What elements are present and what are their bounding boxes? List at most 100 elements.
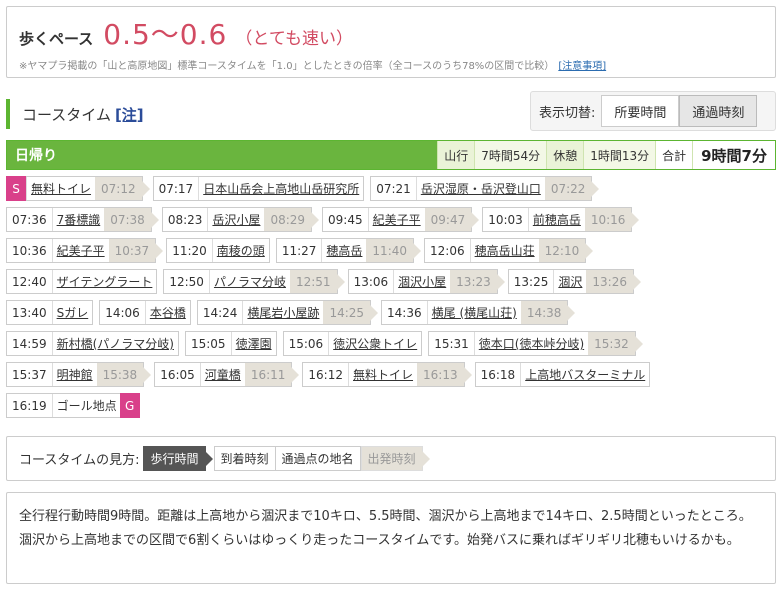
summary-title: 日帰り bbox=[7, 141, 438, 169]
arrival-time: 07:17 bbox=[158, 181, 194, 196]
timeline-row: 10:36 紀美子平 10:37 11:20 南稜の頭 11:27 穂高岳 11:40 12:0… bbox=[6, 238, 778, 263]
timeline-stop: 10:36 紀美子平 10:37 bbox=[6, 238, 163, 263]
departure-time: 07:12 bbox=[95, 177, 150, 200]
timeline-stop: 13:40 Sガレ bbox=[6, 300, 94, 325]
departure-time: 07:38 bbox=[104, 208, 159, 231]
legend-label: コースタイムの見方: bbox=[19, 453, 140, 468]
departure-time: 15:38 bbox=[96, 363, 151, 386]
arrival-time: 11:27 bbox=[281, 243, 317, 258]
point-name-link[interactable]: 紀美子平 bbox=[367, 208, 425, 231]
point-name-link[interactable]: 無料トイレ bbox=[26, 177, 95, 200]
point-name-link[interactable]: 新村橋(パノラマ分岐) bbox=[51, 332, 178, 355]
pace-subtext: ※ヤマプラ掲載の「山と高原地図」標準コースタイムを「1.0」としたときの倍率（全… bbox=[19, 57, 763, 72]
departure-time: 13:23 bbox=[450, 270, 505, 293]
timeline-stop: 16:19 ゴール地点 G bbox=[6, 393, 140, 418]
pace-value: 0.5〜0.6 bbox=[103, 18, 228, 51]
timeline-stop: 07:36 7番標識 07:38 bbox=[6, 207, 159, 232]
walk-label: 山行 bbox=[437, 141, 475, 169]
point-name-link[interactable]: 上高地バスターミナル bbox=[520, 363, 649, 386]
timeline-row: 13:40 Sガレ 14:06 本谷橋 14:24 横尾岩小屋跡 14:25 14:36 横尾 … bbox=[6, 300, 778, 325]
toggle-duration-button[interactable]: 所要時間 bbox=[601, 95, 680, 127]
walk-value: 7時間54分 bbox=[474, 141, 547, 169]
timeline-stop: 11:27 穂高岳 11:40 bbox=[275, 238, 421, 263]
departure-time: 12:51 bbox=[289, 270, 345, 293]
point-name-link[interactable]: 徳本口(徳本峠分岐) bbox=[473, 332, 588, 355]
departure-time: 10:37 bbox=[108, 239, 163, 262]
point-name-link[interactable]: 涸沢小屋 bbox=[393, 270, 450, 293]
legend-walk-time: 歩行時間 bbox=[143, 446, 213, 471]
pace-box: 歩くペース 0.5〜0.6 （とても速い） ※ヤマプラ掲載の「山と高原地図」標準… bbox=[6, 6, 776, 78]
timeline-stop: 07:17 日本山岳会上高地山岳研究所 bbox=[152, 176, 365, 201]
timeline-stop: 16:12 無料トイレ 16:13 bbox=[302, 362, 472, 387]
timeline-stop: 14:24 横尾岩小屋跡 14:25 bbox=[196, 300, 378, 325]
arrival-time: 15:06 bbox=[288, 336, 324, 351]
arrival-time: 10:36 bbox=[12, 243, 47, 258]
course-time-header: コースタイム [注] bbox=[6, 99, 144, 129]
point-name-link[interactable]: 岳沢湿原・岳沢登山口 bbox=[415, 177, 545, 200]
point-name-link[interactable]: 日本山岳会上高地山岳研究所 bbox=[198, 177, 363, 200]
departure-time: 16:11 bbox=[244, 363, 299, 386]
point-name-link[interactable]: 徳沢公衆トイレ bbox=[328, 332, 421, 355]
summary-bar: 日帰り 山行 7時間54分 休憩 1時間13分 合計 9時間7分 bbox=[6, 140, 776, 170]
point-name-link[interactable]: 横尾 (横尾山荘) bbox=[426, 301, 521, 324]
departure-time: 07:22 bbox=[544, 177, 599, 200]
arrival-time: 14:36 bbox=[387, 305, 422, 320]
point-name-link[interactable]: 7番標識 bbox=[51, 208, 105, 231]
arrival-time: 16:19 bbox=[12, 398, 47, 413]
rest-label: 休憩 bbox=[546, 141, 584, 169]
timeline-stop: 11:20 南稜の頭 bbox=[166, 238, 270, 263]
departure-time: 12:10 bbox=[538, 239, 593, 262]
legend-arrival-time: 到着時刻 bbox=[213, 446, 276, 471]
point-name-link[interactable]: 横尾岩小屋跡 bbox=[242, 301, 323, 324]
arrival-time: 07:36 bbox=[12, 212, 47, 227]
departure-time: 09:47 bbox=[424, 208, 479, 231]
point-name-link[interactable]: 岳沢小屋 bbox=[207, 208, 264, 231]
point-name-link[interactable]: 本谷橋 bbox=[144, 301, 190, 324]
point-name-link[interactable]: パノラマ分岐 bbox=[208, 270, 290, 293]
pace-label: 歩くペース bbox=[19, 30, 94, 48]
course-timeline: S 無料トイレ 07:12 07:17 日本山岳会上高地山岳研究所 07:21 岳沢湿原・岳… bbox=[6, 176, 778, 424]
arrival-time: 12:06 bbox=[430, 243, 465, 258]
timeline-stop: 12:40 ザイテングラート bbox=[6, 269, 158, 294]
caution-link[interactable]: [注意事項] bbox=[558, 61, 606, 72]
arrival-time: 15:31 bbox=[434, 336, 469, 351]
total-label: 合計 bbox=[655, 141, 693, 169]
rest-value: 1時間13分 bbox=[583, 141, 656, 169]
course-description: 全行程行動時間9時間。距離は上高地から涸沢まで10キロ、5.5時間、涸沢から上高… bbox=[6, 492, 776, 584]
departure-time: 11:40 bbox=[366, 239, 421, 262]
timeline-row: 16:19 ゴール地点 G bbox=[6, 393, 778, 418]
arrival-time: 16:05 bbox=[160, 367, 195, 382]
arrival-time: 13:25 bbox=[513, 274, 549, 289]
timeline-stop: 12:06 穂高岳山荘 12:10 bbox=[424, 238, 593, 263]
arrival-time: 13:06 bbox=[353, 274, 389, 289]
point-name-link[interactable]: Sガレ bbox=[51, 301, 93, 324]
arrival-time: 16:12 bbox=[308, 367, 343, 382]
timeline-stop: 13:25 涸沢 13:26 bbox=[507, 269, 641, 294]
point-name-link[interactable]: 南稜の頭 bbox=[211, 239, 269, 262]
point-name-link[interactable]: 穂高岳山荘 bbox=[469, 239, 539, 262]
point-name-link[interactable]: 前穂高岳 bbox=[527, 208, 585, 231]
pace-sub-text: ※ヤマプラ掲載の「山と高原地図」標準コースタイムを「1.0」としたときの倍率（全… bbox=[19, 61, 555, 72]
arrival-time: 09:45 bbox=[328, 212, 363, 227]
point-name-link[interactable]: ザイテングラート bbox=[51, 270, 157, 293]
point-name-link[interactable]: 涸沢 bbox=[553, 270, 586, 293]
point-name-link[interactable]: 穂高岳 bbox=[321, 239, 366, 262]
point-name-link[interactable]: 紀美子平 bbox=[51, 239, 109, 262]
departure-time: 15:32 bbox=[588, 332, 643, 355]
departure-time: 16:13 bbox=[417, 363, 472, 386]
toggle-passing-time-button[interactable]: 通過時刻 bbox=[679, 95, 758, 127]
departure-time: 14:25 bbox=[323, 301, 378, 324]
course-time-title: コースタイム bbox=[22, 105, 111, 124]
point-name-link[interactable]: 徳澤園 bbox=[230, 332, 276, 355]
point-name-link[interactable]: 明神館 bbox=[51, 363, 97, 386]
legend: コースタイムの見方: 歩行時間 到着時刻 通過点の地名 出発時刻 bbox=[6, 436, 776, 481]
point-name-link[interactable]: 河童橋 bbox=[199, 363, 245, 386]
timeline-stop: 14:59 新村橋(パノラマ分岐) bbox=[6, 331, 179, 356]
timeline-stop: S 無料トイレ 07:12 bbox=[6, 176, 150, 201]
total-value: 9時間7分 bbox=[692, 141, 775, 169]
toggle-label: 表示切替: bbox=[539, 105, 596, 121]
departure-time: 14:38 bbox=[520, 301, 575, 324]
point-name-link[interactable]: 無料トイレ bbox=[348, 363, 417, 386]
course-time-note-link[interactable]: [注] bbox=[115, 104, 144, 125]
timeline-row: 07:36 7番標識 07:38 08:23 岳沢小屋 08:29 09:45 紀美子平 09:… bbox=[6, 207, 778, 232]
